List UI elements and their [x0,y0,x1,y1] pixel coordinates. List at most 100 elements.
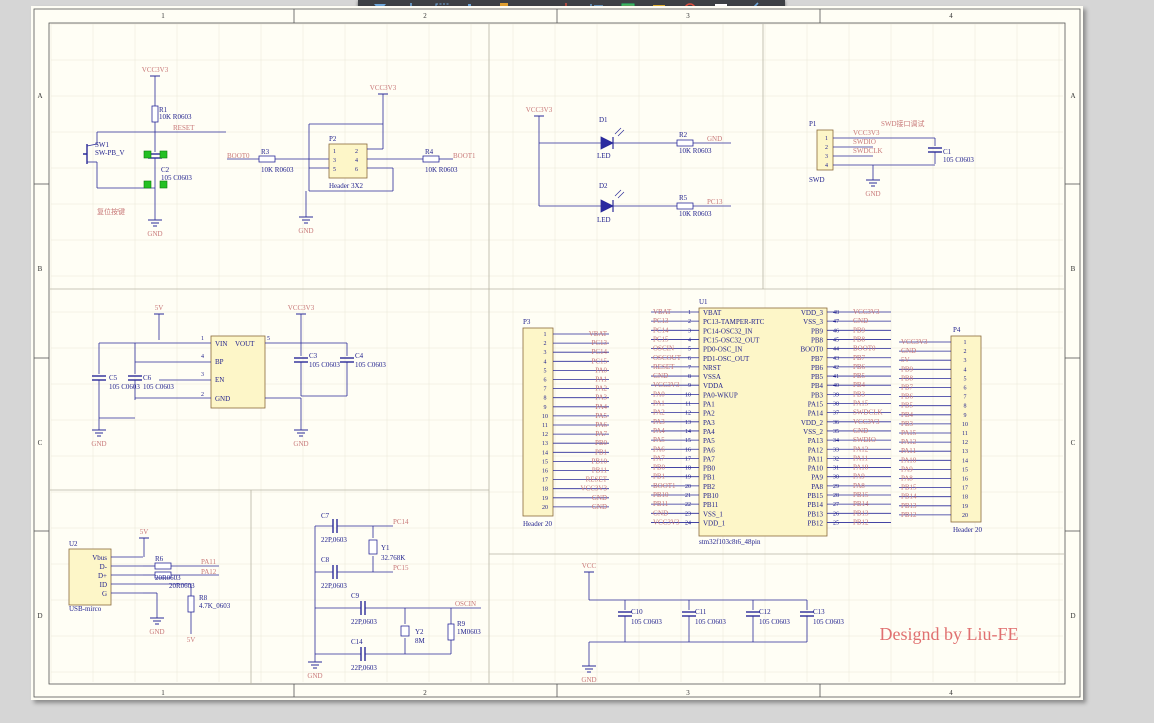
label[interactable]: 10K R0603 [159,113,192,121]
label[interactable]: P1 [809,120,817,128]
header-p3-pin[interactable]: 4 [544,359,547,365]
mcu-left-pin-name[interactable]: PA5 [703,437,715,445]
mcu-right-pin-name[interactable]: PA12 [808,446,824,454]
header-p3-net[interactable]: PB1 [595,448,608,456]
resistor-r2[interactable] [676,139,694,147]
resistor-r3[interactable] [258,155,276,163]
header-p3-type[interactable]: Header 20 [523,520,552,528]
mcu-left-pin-num[interactable]: 20 [685,484,691,490]
header-p3-pin[interactable]: 10 [542,414,548,420]
boot-circuit[interactable]: BOOT0 R310K R0603VCC3V3P2Header 3X21 23 45 6… [227,84,476,235]
mcu-left-net[interactable]: OSCOUT [653,354,682,362]
crystal-circuit[interactable]: C7 22P,0603 C8 22P,0603 Y1 32.768K PC14 PC15 C9 2… [307,512,481,680]
net-label-power[interactable]: 5V [155,304,164,312]
mcu-right-pin-name[interactable]: PB3 [811,391,824,399]
mcu-left-pin-num[interactable]: 15 [685,438,691,444]
mcu-left-pin-num[interactable]: 17 [685,456,691,462]
header-p4-net[interactable]: PA8 [901,475,913,483]
header-p4-net[interactable]: PA9 [901,465,913,473]
header-p4-net[interactable]: VCC3V3 [901,338,928,346]
label[interactable]: C1 [943,148,952,156]
label[interactable]: 105 C0603 [813,618,844,626]
header-p4-pin[interactable]: 9 [964,413,967,419]
header-p3-pin[interactable]: 8 [544,396,547,402]
mcu-right-pin-num[interactable]: 33 [833,447,839,453]
header-p3-pin[interactable]: 20 [542,505,548,511]
label[interactable]: C2 [161,166,170,174]
usb-circuit[interactable]: U2USB-mircoVbusD-D+IDG5VR620R060320R0603… [68,528,231,644]
mcu-right-pin-name[interactable]: VDD_2 [801,419,824,427]
mcu-right-net[interactable]: PB5 [853,372,866,380]
mcu-right-net[interactable]: PB3 [853,390,866,398]
mcu-right-pin-name[interactable]: PB9 [811,327,824,335]
label[interactable]: C7 [321,512,330,520]
ldo-pin-num[interactable]: 5 [267,336,270,342]
label[interactable]: R8 [199,594,208,602]
mcu-left-pin-num[interactable]: 2 [688,319,691,325]
mcu-right-pin-num[interactable]: 28 [833,493,839,499]
header-p4-pin[interactable]: 18 [962,495,968,501]
mcu-left-net[interactable]: PA0 [653,390,665,398]
mcu-left-pin-num[interactable]: 7 [688,365,691,371]
mcu-right-pin-num[interactable]: 44 [833,347,839,353]
label[interactable]: 105 C0603 [143,383,174,391]
header-p4-pin[interactable]: 12 [962,440,968,446]
mcu-left-pin-num[interactable]: 4 [688,337,691,343]
header-p3[interactable]: P3 Header 20 1 VBAT 2 PC13 3 PC14 4 PC15 5 PA0 6 PA1 7… [522,318,609,528]
header-p3-pin[interactable]: 7 [544,387,547,393]
ldo-pin-num[interactable]: 4 [201,354,204,360]
label[interactable]: 105 C0603 [631,618,662,626]
net-label-gnd[interactable]: GND [147,230,162,238]
header-p4-net[interactable]: PB14 [901,493,917,501]
resistor-r8[interactable] [187,595,195,613]
label[interactable]: 10K R0603 [261,166,294,174]
header-p3-net[interactable]: VCC3V3 [581,485,608,493]
mcu-right-pin-num[interactable]: 31 [833,466,839,472]
mcu-right-pin-name[interactable]: PB6 [811,364,824,372]
led-d2-type[interactable]: LED [597,216,611,224]
header-p3-pin[interactable]: 11 [542,423,548,429]
header-p4-pin[interactable]: 5 [964,376,967,382]
mcu-left-pin-num[interactable]: 12 [685,411,691,417]
header-p2-pin[interactable]: 3 [333,158,336,164]
net-label-oscin[interactable]: OSCIN [455,600,476,608]
net-label-pa11[interactable]: PA11 [201,558,217,566]
mcu-left-pin-name[interactable]: PA3 [703,419,715,427]
header-p4-pin[interactable]: 14 [962,458,968,464]
net-label-swdio[interactable]: SWDIO [853,138,876,146]
label[interactable]: C3 [309,352,318,360]
mcu-left-pin-name[interactable]: PB0 [703,465,716,473]
header-p2-pin[interactable]: 5 [333,167,336,173]
label[interactable]: P2 [329,135,337,143]
header-p3-net[interactable]: PA7 [595,430,607,438]
mcu-left-pin-name[interactable]: VSSA [703,373,721,381]
header-p4-type[interactable]: Header 20 [953,526,982,534]
header-p3-pin[interactable]: 1 [544,332,547,338]
mcu-left-net[interactable]: PB0 [653,464,666,472]
header-p3-pin[interactable]: 17 [542,478,548,484]
header-p3-pin[interactable]: 5 [544,368,547,374]
mcu-left-pin-name[interactable]: PA1 [703,401,715,409]
mcu-left-net[interactable]: VCC3V3 [653,518,680,526]
mcu-left-pin-num[interactable]: 10 [685,392,691,398]
header-p3-pin[interactable]: 15 [542,459,548,465]
header-p3-pin[interactable]: 3 [544,350,547,356]
label[interactable]: R6 [155,555,164,563]
mcu-right-net[interactable]: PB6 [853,363,866,371]
mcu-right-pin-num[interactable]: 29 [833,484,839,490]
mcu-right-pin-name[interactable]: PB8 [811,336,824,344]
header-p3-pin[interactable]: 19 [542,496,548,502]
mcu-left-net[interactable]: PA5 [653,436,665,444]
net-label-gnd[interactable]: GND [149,628,164,636]
mcu-right-pin-name[interactable]: PB13 [807,510,823,518]
ldo-pin-num[interactable]: 2 [201,392,204,398]
label[interactable]: R9 [457,620,466,628]
selection-handle[interactable] [159,150,168,159]
ldo-pin-num[interactable]: 1 [201,336,204,342]
mcu-left-pin-name[interactable]: VDDA [703,382,723,390]
header-p3-pin[interactable]: 2 [544,341,547,347]
mcu-right-net[interactable]: BOOT0 [853,345,876,353]
reset-circuit[interactable]: VCC3V3R110K R0603RESETSW1SW-PB_V复位按键C210… [83,66,226,238]
header-p3-pin[interactable]: 9 [544,405,547,411]
resistor-r6[interactable] [154,562,172,570]
